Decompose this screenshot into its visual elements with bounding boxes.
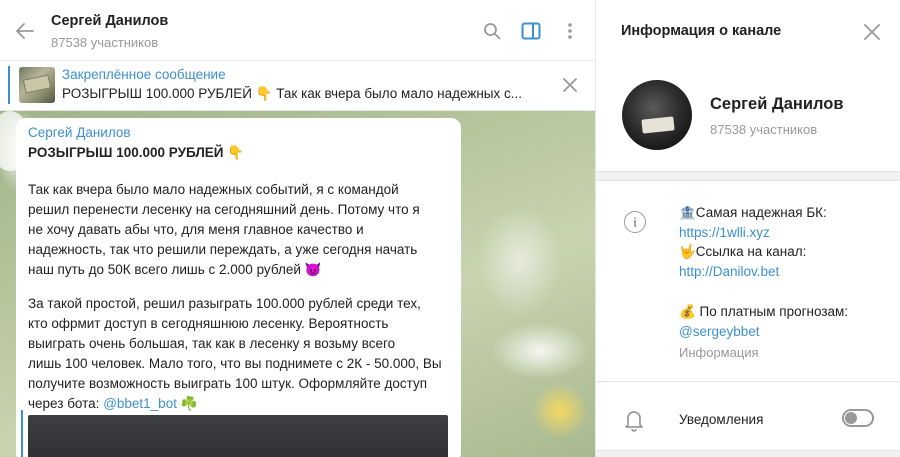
description-link[interactable]: @sergeybbet bbox=[679, 324, 760, 339]
pinned-accent-bar bbox=[8, 66, 10, 104]
description-line: 🤟Ссылка на канал: bbox=[679, 244, 807, 259]
info-icon: i bbox=[624, 211, 646, 233]
description-line: 🏦Самая надежная БК: bbox=[679, 205, 827, 220]
chat-title[interactable]: Сергей Данилов bbox=[51, 13, 168, 29]
message-line: За такой простой, решил разыграть 100.00… bbox=[28, 296, 421, 311]
pinned-text: РОЗЫГРЫШ 100.000 РУБЛЕЙ 👇 Так как вчера … bbox=[62, 86, 523, 101]
message-line: лишь 100 человек. Мало того, что вы подн… bbox=[28, 356, 442, 371]
avatar[interactable] bbox=[622, 80, 692, 150]
pinned-message-bar[interactable]: Закреплённое сообщение РОЗЫГРЫШ 100.000 … bbox=[0, 61, 595, 111]
message-line: решил перенести лесенку на сегодняшний д… bbox=[28, 202, 420, 217]
message-media-preview[interactable] bbox=[28, 415, 448, 457]
toggle-knob bbox=[845, 412, 857, 424]
more-vertical-icon[interactable] bbox=[559, 20, 581, 42]
channel-info-panel: Информация о канале Сергей Данилов 87538… bbox=[595, 0, 900, 457]
bot-link[interactable]: @bbet1_bot bbox=[103, 396, 177, 411]
media-accent-bar bbox=[21, 410, 23, 457]
message-line: надежность, так что решили переждать, а … bbox=[28, 242, 418, 257]
message-line: получите возможность выиграть 100 штук. … bbox=[28, 376, 428, 391]
message-line: выиграть очень большая, так как в лесенк… bbox=[28, 336, 396, 351]
close-icon[interactable] bbox=[861, 21, 883, 43]
description-line: 💰 По платным прогнозам: bbox=[679, 304, 849, 319]
description-link[interactable]: https://1wlli.xyz bbox=[679, 225, 770, 240]
bell-icon bbox=[623, 408, 645, 432]
pinned-title: Закреплённое сообщение bbox=[62, 67, 226, 82]
message-title: РОЗЫГРЫШ 100.000 РУБЛЕЙ 👇 bbox=[28, 145, 245, 160]
back-arrow-icon[interactable] bbox=[14, 20, 36, 42]
chat-area: Сергей Данилов 87538 участников Закреплё… bbox=[0, 0, 595, 457]
notifications-label: Уведомления bbox=[679, 412, 764, 427]
notifications-toggle[interactable] bbox=[842, 409, 874, 427]
message-line: кто офрмит доступ в сегодняшнюю лесенку.… bbox=[28, 316, 389, 331]
message-line: Так как вчера было мало надежных событий… bbox=[28, 182, 399, 197]
message-line: наш путь до 50К всего лишь с 2.000 рубле… bbox=[28, 262, 322, 277]
close-icon[interactable] bbox=[560, 75, 580, 95]
message-emoji: ☘️ bbox=[176, 396, 198, 411]
description-link[interactable]: http://Danilov.bet bbox=[679, 264, 779, 279]
channel-member-count: 87538 участников bbox=[710, 122, 818, 137]
message-author[interactable]: Сергей Данилов bbox=[28, 125, 131, 140]
info-panel-title: Информация о канале bbox=[621, 23, 782, 39]
channel-name: Сергей Данилов bbox=[710, 95, 844, 113]
message-bubble[interactable]: Сергей Данилов РОЗЫГРЫШ 100.000 РУБЛЕЙ 👇… bbox=[16, 118, 461, 457]
message-line-last: через бота: @bbet1_bot ☘️ bbox=[28, 396, 198, 412]
section-divider bbox=[596, 450, 900, 457]
description-label: Информация bbox=[679, 345, 759, 360]
message-line: не хочу давать абы что, для меня главное… bbox=[28, 222, 364, 237]
search-icon[interactable] bbox=[481, 20, 503, 42]
section-divider bbox=[596, 171, 900, 181]
chat-member-count: 87538 участников bbox=[51, 35, 159, 50]
pinned-thumbnail bbox=[19, 67, 55, 103]
chat-header: Сергей Данилов 87538 участников bbox=[0, 0, 595, 61]
message-text: через бота: bbox=[28, 396, 104, 411]
sidebar-toggle-icon[interactable] bbox=[520, 20, 542, 42]
section-divider bbox=[596, 381, 900, 382]
